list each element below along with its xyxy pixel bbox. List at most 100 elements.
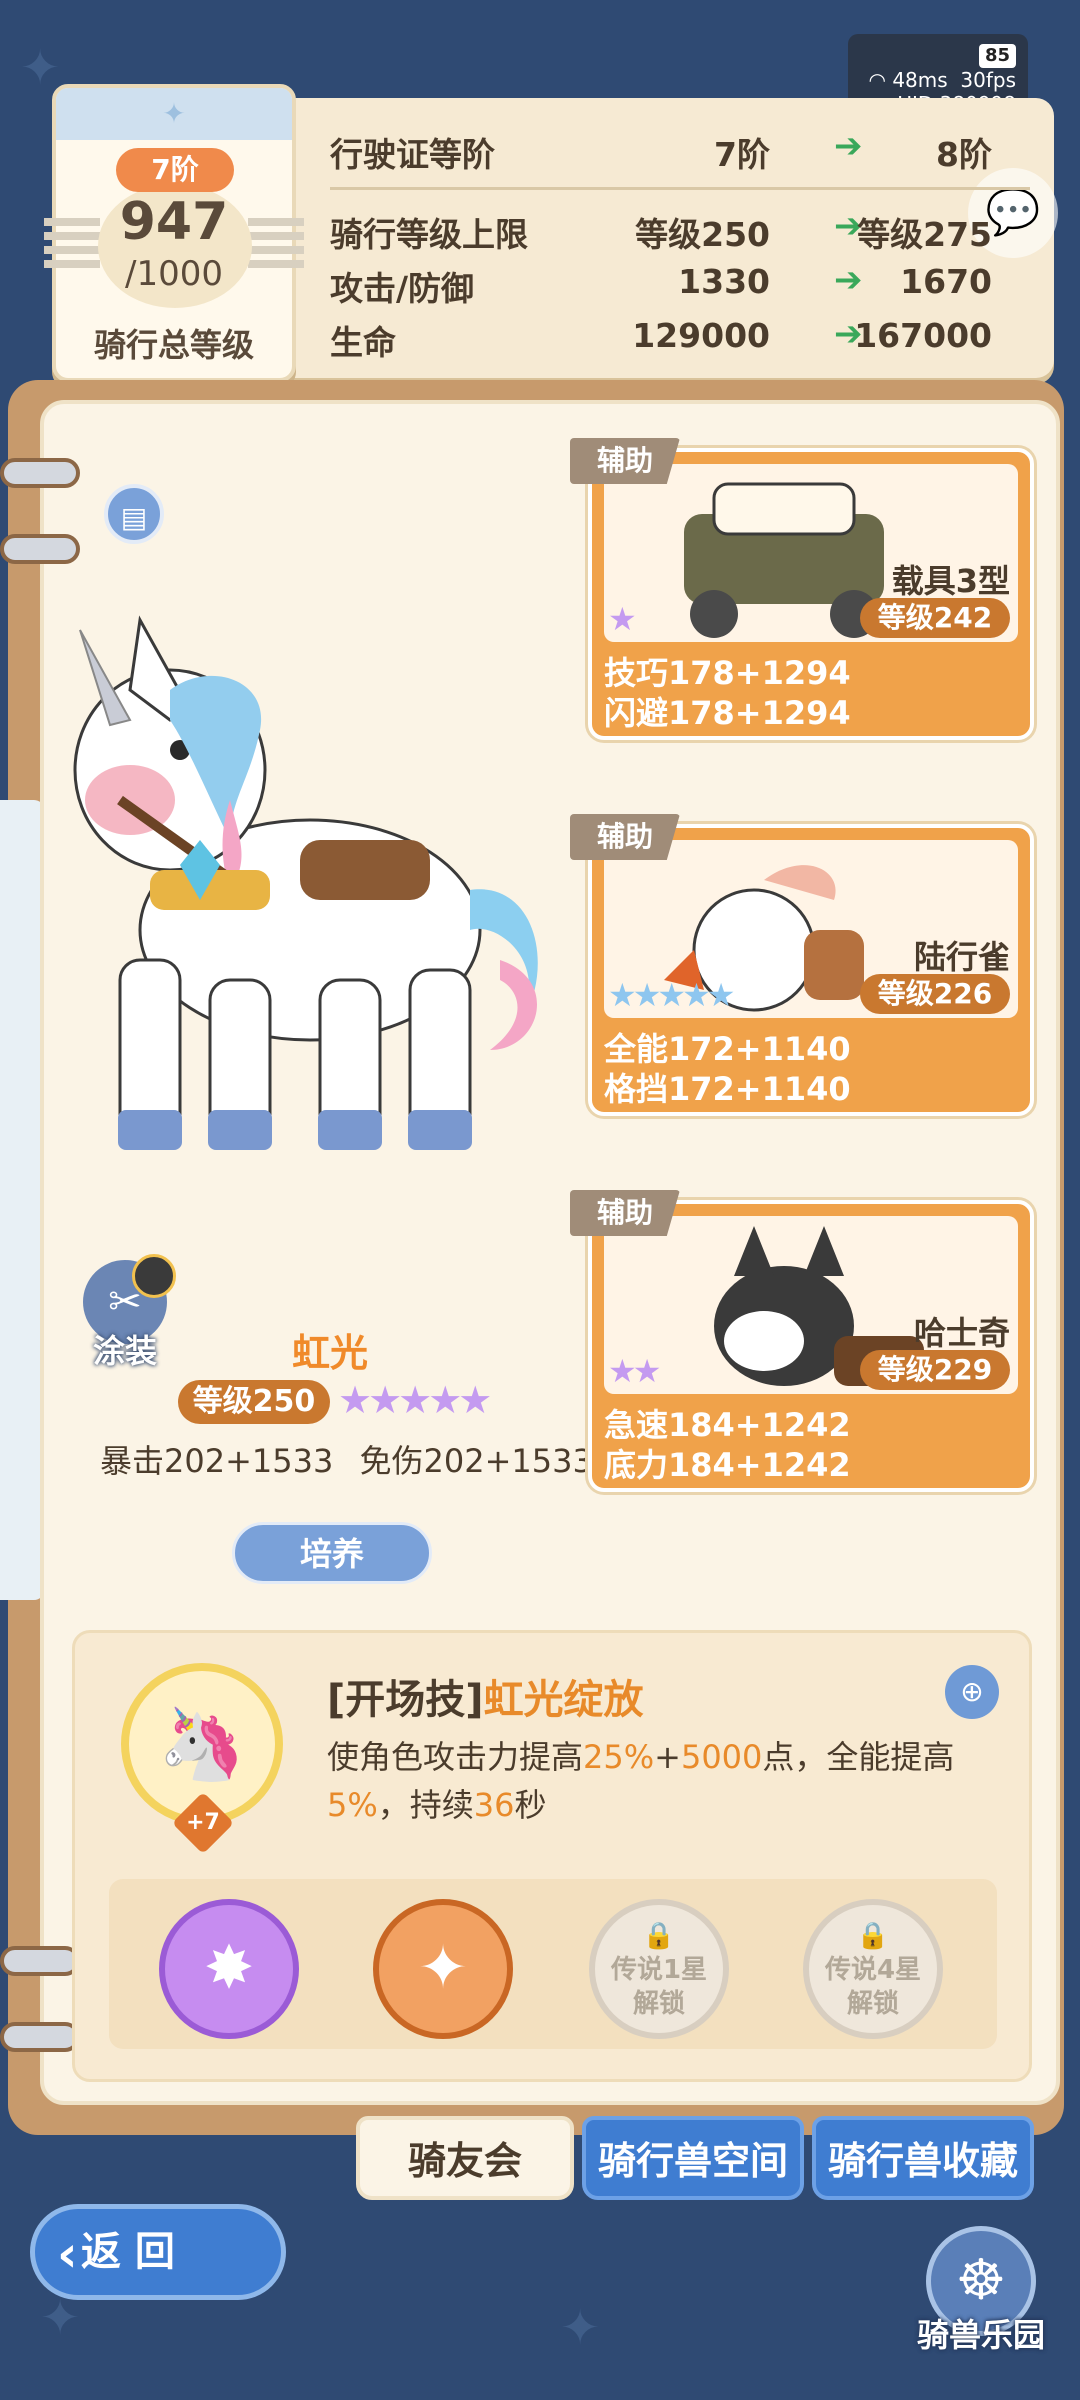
skill-type-label: [开场技]	[327, 1677, 484, 1723]
support-level-badge: 等级242	[860, 598, 1010, 638]
support-stat-line: 闪避178+1294	[604, 694, 851, 732]
background-star-icon: ✦	[20, 40, 61, 96]
support-name: 陆行雀	[913, 938, 1010, 976]
tab-mount-collection[interactable]: 骑行兽收藏	[812, 2116, 1034, 2200]
license-stats: 行驶证等阶 7阶 ➔ 8阶 骑行等级上限 等级250 ➔ 等级275 攻击/防御…	[330, 120, 1030, 362]
mount-star-rating: ★★★★★	[338, 1378, 492, 1422]
skill-upgrade-badge: +7	[171, 1791, 235, 1855]
support-star-rating: ★	[608, 600, 637, 638]
stat-name: 攻击/防御	[330, 269, 475, 308]
mount-name: 虹光	[291, 1331, 368, 1375]
skill-desc-text: +	[654, 1738, 681, 1776]
stat-row: 生命 129000 ➔ 167000	[330, 308, 1030, 362]
support-mount-card[interactable]: 辅助 载具3型 ★ 等级242 技巧178+1294 闪避178+1294	[570, 438, 1034, 740]
skill-desc-value: 5000	[680, 1738, 763, 1776]
stat-current: 129000	[632, 316, 770, 355]
stat-next: 1670	[900, 262, 992, 301]
stat-row: 骑行等级上限 等级250 ➔ 等级275	[330, 200, 1030, 254]
skill-description: 使角色攻击力提高25%+5000点，全能提高 5%，持续36秒	[327, 1733, 1007, 1829]
support-mount-card[interactable]: 辅助 哈士奇 ★★ 等级229 急速184+1242 底力184+1242	[570, 1190, 1034, 1492]
support-stat-line: 格挡172+1140	[604, 1070, 851, 1108]
lock-icon: 🔒	[856, 1921, 890, 1951]
skill-name: 虹光绽放	[483, 1677, 644, 1723]
support-star-rating: ★★★★★	[608, 976, 735, 1014]
tab-rider-club[interactable]: 骑友会	[356, 2116, 574, 2200]
guide-book-icon[interactable]: ▤	[104, 484, 164, 544]
skill-desc-text: 点，全能提高	[762, 1738, 955, 1776]
mount-park-button[interactable]: ☸ 骑兽乐园	[906, 2226, 1056, 2376]
tab-mount-space[interactable]: 骑行兽空间	[582, 2116, 804, 2200]
stat-current: 1330	[678, 262, 770, 301]
total-level-value: 947	[119, 192, 229, 252]
badge-star-icon: ✦	[56, 88, 292, 140]
arrow-right-icon: ➔	[834, 126, 863, 166]
support-level-badge: 等级229	[860, 1350, 1010, 1390]
binder-ring	[0, 1946, 80, 1976]
slot-lock-text: 传说4星	[824, 1955, 922, 1985]
opening-skill-panel: 🦄 +7 [开场技]虹光绽放 ⊕ 使角色攻击力提高25%+5000点，全能提高5…	[72, 1630, 1032, 2082]
skill-slot-locked[interactable]: 🔒 传说4星 解锁	[803, 1899, 943, 2039]
paint-skin-button[interactable]: ✂ 涂装	[70, 1254, 180, 1370]
unicorn-mount-illustration	[73, 615, 538, 1150]
license-stage-badge: 7阶	[116, 148, 234, 192]
latency-text: 48ms	[892, 68, 948, 92]
binder-ring	[0, 2022, 80, 2052]
skill-desc-value: 25%	[583, 1738, 655, 1776]
slot-lock-text: 传说1星	[610, 1955, 708, 1985]
binder-ring	[0, 534, 80, 564]
park-label: 骑兽乐园	[916, 2316, 1045, 2354]
lock-icon: 🔒	[642, 1921, 676, 1951]
support-mount-card[interactable]: 辅助 陆行雀 ★★★★★ 等级226 全能172+1140 格挡172+1140	[570, 814, 1034, 1116]
skill-desc-text: 秒	[514, 1786, 547, 1824]
total-level-max: /1000	[125, 254, 223, 294]
skill-slot-wolf-emblem-icon[interactable]: ✸	[159, 1899, 299, 2039]
skill-desc-text: ，持续	[377, 1786, 474, 1824]
skin-thumbnail-icon	[132, 1254, 176, 1298]
paint-label: 涂装	[92, 1332, 157, 1370]
skill-slot-compass-emblem-icon[interactable]: ✦	[373, 1899, 513, 2039]
wifi-icon: ◠	[868, 68, 886, 92]
skill-desc-value: 36	[473, 1786, 515, 1824]
stat-row: 攻击/防御 1330 ➔ 1670	[330, 254, 1030, 308]
support-stat-line: 底力184+1242	[604, 1446, 851, 1484]
stat-name: 骑行等级上限	[330, 215, 528, 254]
magnifier-icon[interactable]: ⊕	[945, 1665, 999, 1719]
back-label: 返 回	[81, 2229, 175, 2275]
stat-current: 等级250	[635, 215, 770, 254]
mount-stat-damage-reduction: 免伤202+1533	[359, 1442, 593, 1480]
stat-next: 167000	[854, 316, 992, 355]
binder-ring	[0, 458, 80, 488]
stat-next: 等级275	[857, 215, 992, 254]
stat-name: 行驶证等阶	[330, 135, 495, 174]
support-name: 载具3型	[891, 562, 1010, 600]
skill-desc-value: 5%	[327, 1786, 378, 1824]
mount-stats: 暴击202+1533 免伤202+1533	[100, 1436, 609, 1482]
skill-slot-locked[interactable]: 🔒 传说1星 解锁	[589, 1899, 729, 2039]
side-paper-decoration	[0, 800, 44, 1600]
battery-indicator: 85	[978, 44, 1016, 68]
total-level-badge: ✦ 7阶 947 /1000 骑行总等级	[44, 84, 304, 382]
stat-name: 生命	[330, 323, 396, 362]
back-button[interactable]: ‹ 返 回	[30, 2204, 286, 2300]
train-button[interactable]: 培养	[232, 1522, 432, 1584]
skill-title: [开场技]虹光绽放	[327, 1667, 644, 1725]
total-level-label: 骑行总等级	[93, 326, 254, 364]
mount-level-badge: 等级250	[178, 1380, 330, 1424]
support-level-badge: 等级226	[860, 974, 1010, 1014]
support-star-rating: ★★	[608, 1352, 661, 1390]
slot-lock-text: 解锁	[632, 1989, 685, 2019]
support-tag: 辅助	[570, 1190, 680, 1236]
support-tag: 辅助	[570, 814, 680, 860]
arrow-right-icon: ➔	[834, 260, 863, 300]
mount-stat-crit: 暴击202+1533	[100, 1442, 334, 1480]
skill-slot-tray: ✸ ✦ 🔒 传说1星 解锁 🔒 传说4星 解锁	[109, 1879, 997, 2049]
chevron-left-icon: ‹	[57, 2225, 78, 2283]
skill-desc-text: 使角色攻击力提高	[327, 1738, 584, 1776]
skill-upgrade-value: +7	[186, 1810, 220, 1835]
bottom-tabs: 骑友会 骑行兽空间 骑行兽收藏	[356, 2116, 1034, 2200]
background-star-icon: ✦	[560, 2300, 601, 2356]
support-name: 哈士奇	[913, 1314, 1010, 1352]
slot-lock-text: 解锁	[846, 1989, 899, 2019]
support-tag: 辅助	[570, 438, 680, 484]
fps-text: 30fps	[960, 68, 1016, 92]
